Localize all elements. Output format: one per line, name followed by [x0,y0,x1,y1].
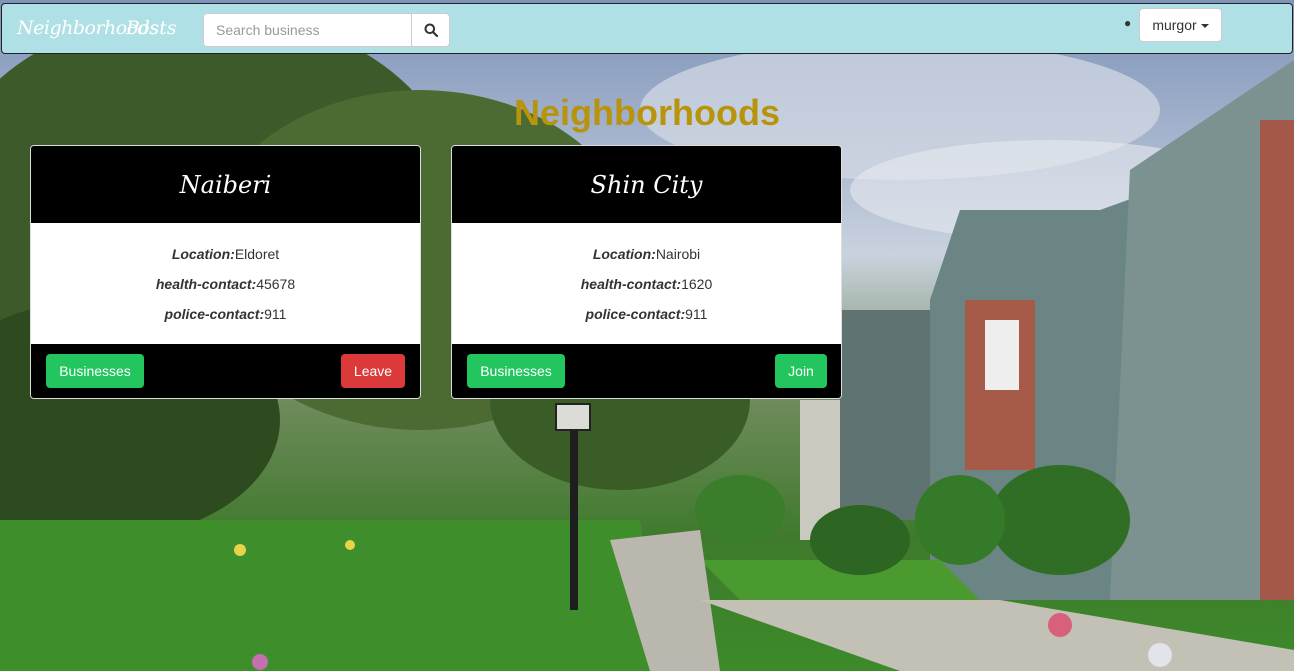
health-contact-value: 1620 [681,276,713,292]
neighborhood-name: Shin City [590,170,703,199]
neighborhood-card: Naiberi Location:Eldoret health-contact:… [30,145,421,399]
police-contact-row: police-contact:911 [31,299,420,329]
police-contact-label: police-contact: [164,306,265,322]
health-contact-value: 45678 [256,276,296,292]
card-header: Shin City [452,146,841,223]
search-input[interactable] [203,13,411,47]
posts-link[interactable]: Posts [126,17,177,39]
neighborhood-name: Naiberi [179,170,272,199]
location-value: Nairobi [655,246,701,262]
search-icon [424,23,438,37]
join-button[interactable]: Join [775,354,827,388]
police-contact-label: police-contact: [585,306,686,322]
card-header: Naiberi [31,146,420,223]
police-contact-row: police-contact:911 [452,299,841,329]
navbar: Neighborhoods Posts ● murgor [1,3,1293,54]
health-contact-label: health-contact: [580,276,682,292]
location-label: Location: [592,246,656,262]
card-body: Location:Nairobi health-contact:1620 pol… [452,223,841,344]
location-row: Location:Nairobi [452,239,841,269]
businesses-button[interactable]: Businesses [46,354,144,388]
card-footer: Businesses Leave [31,344,420,398]
card-body: Location:Eldoret health-contact:45678 po… [31,223,420,344]
businesses-button[interactable]: Businesses [467,354,565,388]
police-contact-value: 911 [264,306,287,322]
health-contact-row: health-contact:1620 [452,269,841,299]
neighborhood-card: Shin City Location:Nairobi health-contac… [451,145,842,399]
nav-bullet: ● [1124,16,1132,30]
user-menu-label: murgor [1152,17,1197,33]
health-contact-label: health-contact: [155,276,257,292]
location-row: Location:Eldoret [31,239,420,269]
user-menu-button[interactable]: murgor [1139,8,1222,42]
leave-button[interactable]: Leave [341,354,405,388]
health-contact-row: health-contact:45678 [31,269,420,299]
location-label: Location: [171,246,235,262]
page-title: Neighborhoods [514,92,780,133]
location-value: Eldoret [234,246,280,262]
search-button[interactable] [411,13,450,47]
search-form [203,13,450,47]
police-contact-value: 911 [685,306,708,322]
caret-down-icon [1200,24,1209,28]
card-footer: Businesses Join [452,344,841,398]
